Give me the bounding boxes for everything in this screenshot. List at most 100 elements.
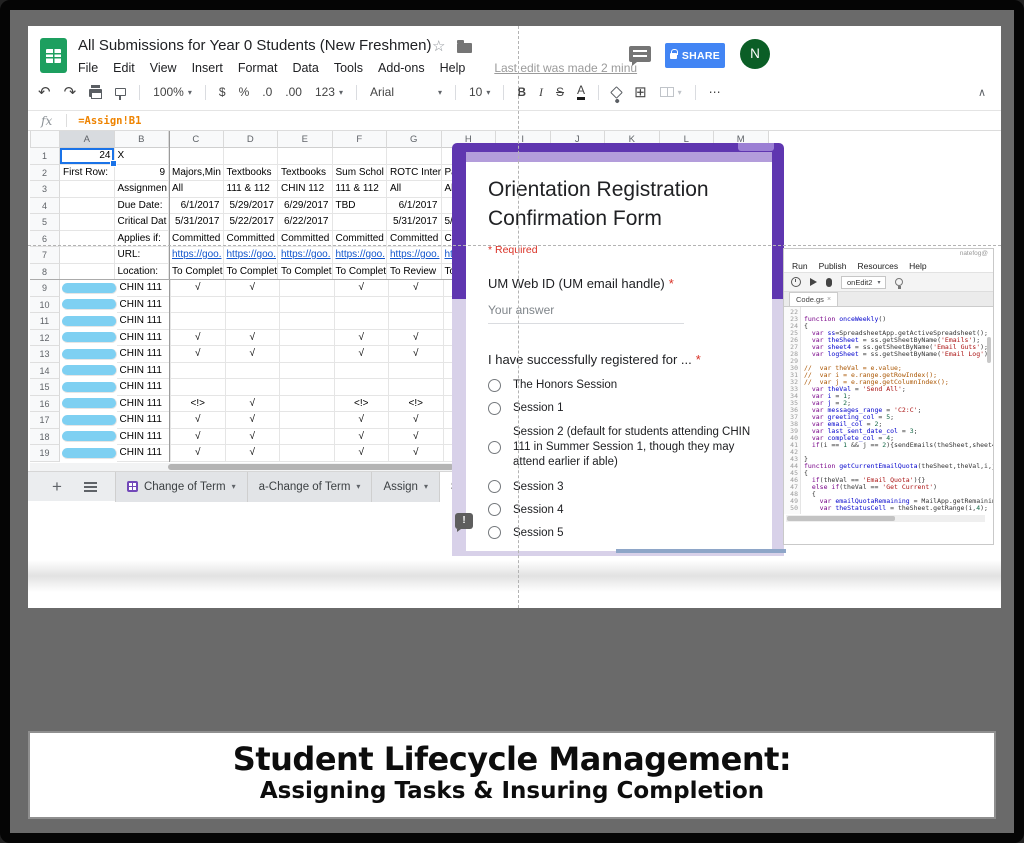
feedback-icon[interactable]: ! <box>455 513 473 529</box>
cell-F4[interactable]: TBD <box>333 198 388 215</box>
cell-G19[interactable]: √ <box>389 445 444 462</box>
radio-option-session-1[interactable]: Session 1 <box>488 402 754 415</box>
cell-B8[interactable]: Location: <box>115 264 170 281</box>
collapse-toolbar-button[interactable]: ∧ <box>978 86 986 99</box>
cell-E18[interactable] <box>280 429 335 446</box>
folder-icon[interactable] <box>457 43 472 53</box>
cell-B18[interactable]: CHIN 111 <box>117 429 172 446</box>
row-header-12[interactable]: 12 <box>30 330 60 347</box>
script-menu-resources[interactable]: Resources <box>857 261 898 271</box>
radio-icon[interactable] <box>488 480 501 493</box>
cell-B4[interactable]: Due Date: <box>115 198 170 215</box>
font-size-select[interactable]: 10▾ <box>469 85 490 99</box>
sheet-tab-change-of-term[interactable]: Change of Term▾ <box>115 472 248 502</box>
cell-C7[interactable]: https://goo. <box>169 247 224 264</box>
cell-G11[interactable] <box>389 313 444 330</box>
cell-B2[interactable]: 9 <box>115 165 170 182</box>
cell-G9[interactable]: √ <box>389 280 444 297</box>
column-header-E[interactable]: E <box>278 131 333 148</box>
cell-C17[interactable]: √ <box>171 412 226 429</box>
radio-option-honors[interactable]: The Honors Session <box>488 379 754 392</box>
menu-file[interactable]: File <box>78 61 98 75</box>
row-header-16[interactable]: 16 <box>30 396 60 413</box>
formula-bar[interactable]: fx =Assign!B1 <box>28 110 1001 131</box>
cell-F13[interactable]: √ <box>335 346 390 363</box>
cell-B11[interactable]: CHIN 111 <box>117 313 172 330</box>
column-header-B[interactable]: B <box>115 131 170 148</box>
cell-E7[interactable]: https://goo. <box>278 247 333 264</box>
row-header-5[interactable]: 5 <box>30 214 60 231</box>
cell-C1[interactable] <box>169 148 224 165</box>
radio-icon[interactable] <box>488 526 501 539</box>
cell-A7[interactable] <box>60 247 115 264</box>
menu-edit[interactable]: Edit <box>113 61 135 75</box>
cell-F15[interactable] <box>335 379 390 396</box>
cell-G14[interactable] <box>389 363 444 380</box>
select-all-corner[interactable] <box>30 131 60 148</box>
cell-F14[interactable] <box>335 363 390 380</box>
cell-B13[interactable]: CHIN 111 <box>117 346 172 363</box>
cell-G7[interactable]: https://goo. <box>387 247 442 264</box>
row-header-18[interactable]: 18 <box>30 429 60 446</box>
cell-C15[interactable] <box>171 379 226 396</box>
cell-F7[interactable]: https://goo. <box>333 247 388 264</box>
borders-button[interactable]: ⊞ <box>634 83 647 101</box>
horizontal-scrollbar[interactable] <box>30 463 454 471</box>
menu-insert[interactable]: Insert <box>192 61 223 75</box>
add-sheet-button[interactable]: + <box>52 477 62 497</box>
cell-E19[interactable] <box>280 445 335 462</box>
cell-C19[interactable]: √ <box>171 445 226 462</box>
cell-C3[interactable]: All <box>169 181 224 198</box>
merge-cells-button[interactable]: ▾ <box>660 87 682 97</box>
column-header-D[interactable]: D <box>224 131 279 148</box>
star-icon[interactable]: ☆ <box>432 37 445 55</box>
cell-G2[interactable]: ROTC Inter <box>387 165 442 182</box>
scrollbar-thumb[interactable] <box>168 464 454 470</box>
code-lines[interactable]: function onceWeekly(){ var ss=Spreadshee… <box>801 307 993 514</box>
cell-E8[interactable]: To Complet <box>278 264 333 281</box>
menu-tools[interactable]: Tools <box>334 61 363 75</box>
row-header-13[interactable]: 13 <box>30 346 60 363</box>
column-header-G[interactable]: G <box>387 131 442 148</box>
script-menu-run[interactable]: Run <box>792 261 808 271</box>
cell-A12[interactable] <box>62 332 117 343</box>
lightbulb-icon[interactable] <box>895 278 903 286</box>
cell-E15[interactable] <box>280 379 335 396</box>
cell-F3[interactable]: 111 & 112 <box>333 181 388 198</box>
cell-E13[interactable] <box>280 346 335 363</box>
code-editor[interactable]: 2223242526272829303132333435363738394041… <box>784 307 993 514</box>
function-select[interactable]: onEdit2 ▾ <box>841 276 886 289</box>
close-icon[interactable]: × <box>827 296 831 303</box>
cell-D5[interactable]: 5/22/2017 <box>224 214 279 231</box>
row-header-4[interactable]: 4 <box>30 198 60 215</box>
cell-E16[interactable] <box>280 396 335 413</box>
sheet-tab-assign[interactable]: Assign▾ <box>372 472 440 502</box>
cell-G3[interactable]: All <box>387 181 442 198</box>
all-sheets-icon[interactable] <box>84 482 97 492</box>
cell-E4[interactable]: 6/29/2017 <box>278 198 333 215</box>
cell-D14[interactable] <box>226 363 281 380</box>
cell-D9[interactable]: √ <box>226 280 281 297</box>
cell-F17[interactable]: √ <box>335 412 390 429</box>
cell-C4[interactable]: 6/1/2017 <box>169 198 224 215</box>
radio-icon[interactable] <box>488 402 501 415</box>
sheets-logo-icon[interactable] <box>40 38 67 73</box>
code-horizontal-scrollbar[interactable] <box>786 515 985 522</box>
cell-A4[interactable] <box>60 198 115 215</box>
cell-G18[interactable]: √ <box>389 429 444 446</box>
cell-F10[interactable] <box>335 297 390 314</box>
cell-A1[interactable]: 24 <box>60 148 115 165</box>
text-color-button[interactable]: A <box>577 84 585 100</box>
cell-D10[interactable] <box>226 297 281 314</box>
cell-B16[interactable]: CHIN 111 <box>117 396 172 413</box>
column-header-C[interactable]: C <box>169 131 224 148</box>
cell-F9[interactable]: √ <box>335 280 390 297</box>
form-scrollbar[interactable] <box>616 549 786 553</box>
cell-G16[interactable]: <!> <box>389 396 444 413</box>
cell-B10[interactable]: CHIN 111 <box>117 297 172 314</box>
cell-D3[interactable]: 111 & 112 <box>224 181 279 198</box>
row-header-11[interactable]: 11 <box>30 313 60 330</box>
sheet-tab-a-change-of-term[interactable]: a-Change of Term▾ <box>248 472 373 502</box>
decrease-decimal-button[interactable]: .0 <box>262 85 272 99</box>
cell-D2[interactable]: Textbooks <box>224 165 279 182</box>
